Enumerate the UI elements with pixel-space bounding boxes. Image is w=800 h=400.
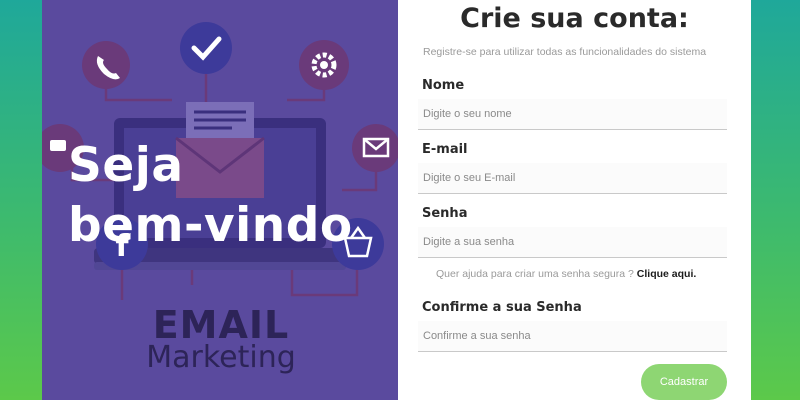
logo-text-bottom: Marketing — [146, 340, 296, 375]
form-subtitle: Registre-se para utilizar todas as funci… — [423, 46, 707, 58]
gear-icon — [299, 40, 349, 90]
password-input[interactable] — [418, 227, 727, 258]
password-help-link[interactable]: Clique aqui. — [637, 268, 697, 280]
name-input[interactable] — [418, 99, 727, 130]
email-label: E-mail — [422, 142, 468, 157]
confirm-password-input[interactable] — [418, 321, 727, 352]
email-icon — [352, 124, 398, 172]
submit-button[interactable]: Cadastrar — [641, 364, 727, 400]
logo-text-top: EMAIL — [152, 303, 290, 347]
welcome-heading: Seja bem-vindo — [68, 136, 353, 256]
email-input[interactable] — [418, 163, 727, 194]
welcome-line1: Seja — [68, 138, 184, 193]
signup-form-panel: Crie sua conta: Registre-se para utiliza… — [398, 0, 751, 400]
email-marketing-logo: EMAIL Marketing — [146, 306, 296, 374]
password-help-text: Quer ajuda para criar uma senha segura ? — [436, 268, 634, 280]
welcome-line2: bem-vindo — [68, 198, 353, 253]
password-help: Quer ajuda para criar uma senha segura ?… — [436, 268, 696, 280]
confirm-password-label: Confirme a sua Senha — [422, 300, 582, 315]
welcome-panel: f Seja bem-vindo EMAIL Marketing — [42, 0, 398, 400]
password-label: Senha — [422, 206, 468, 221]
form-title: Crie sua conta: — [460, 3, 689, 34]
name-label: Nome — [422, 78, 465, 93]
check-icon — [180, 22, 232, 74]
phone-icon — [82, 41, 130, 89]
